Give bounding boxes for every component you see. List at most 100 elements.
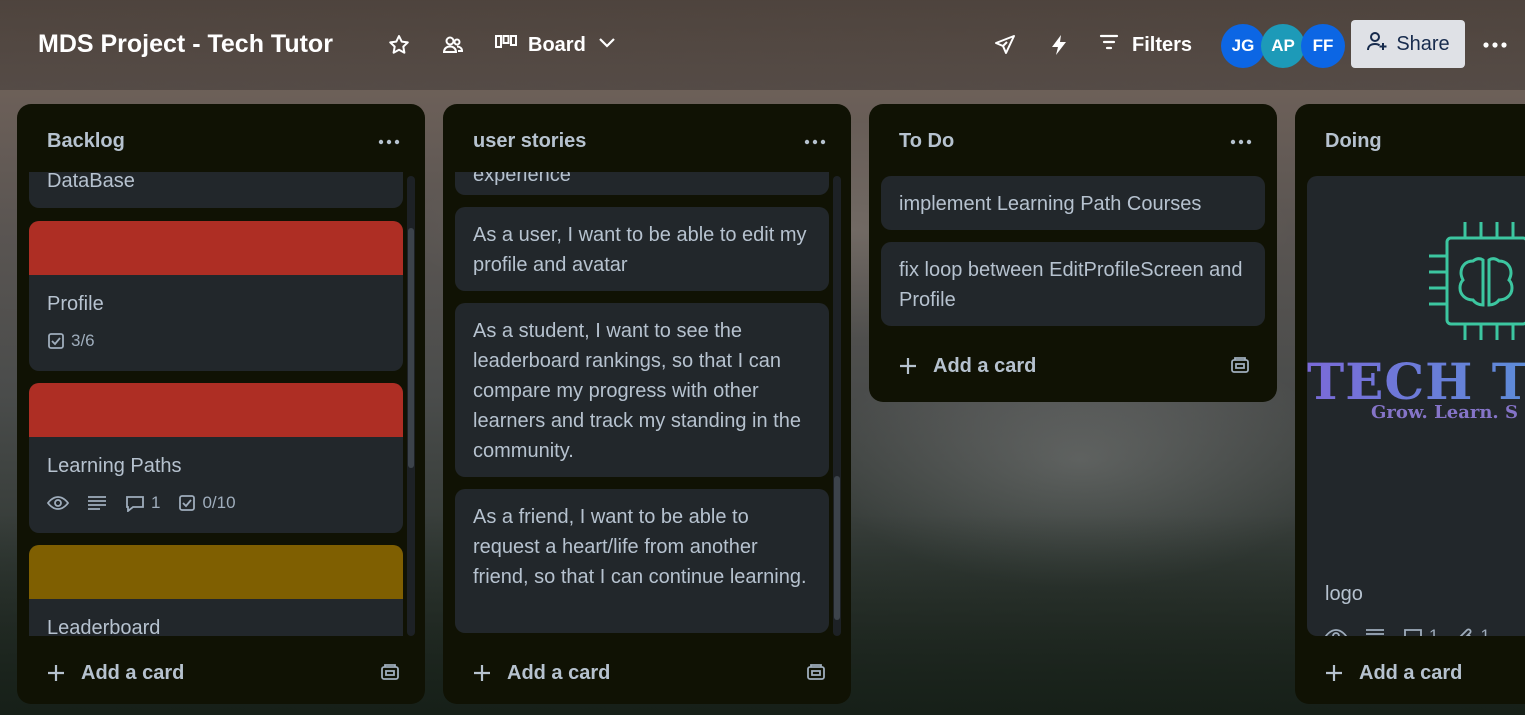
list-backlog: Backlog DataBase Profile 3/6 Learning Pa…: [17, 104, 425, 704]
card-template-icon[interactable]: [377, 660, 403, 686]
comment-count: 1: [1429, 626, 1439, 636]
list-item[interactable]: fix loop between EditProfileScreen and P…: [881, 242, 1265, 326]
list-item[interactable]: As a student, I want to see the leaderbo…: [455, 303, 829, 477]
board-header: MDS Project - Tech Tutor Board Filters J…: [0, 0, 1525, 90]
list-to-do: To Do implement Learning Path Courses fi…: [869, 104, 1277, 402]
description-icon: [87, 495, 107, 511]
checklist-badge: 3/6: [47, 331, 95, 351]
description-icon: [1365, 628, 1385, 636]
card-list: implement Learning Path Courses fix loop…: [881, 176, 1265, 326]
list-menu-icon[interactable]: [1229, 130, 1253, 154]
list-item[interactable]: TECH TUTOR Grow. Learn. S logo 1 1: [1307, 176, 1525, 636]
list-item[interactable]: implement Learning Path Courses: [881, 176, 1265, 230]
list-header: To Do: [869, 104, 1277, 176]
add-card-label: Add a card: [507, 661, 611, 684]
comments-badge: 1: [125, 493, 160, 513]
view-switcher[interactable]: Board: [494, 28, 618, 62]
card-title: fix loop between EditProfileScreen and P…: [899, 259, 1243, 311]
card-title: As a friend, I want to be able to reques…: [473, 506, 807, 588]
add-card-button[interactable]: Add a card: [43, 653, 403, 693]
card-cover: [29, 383, 403, 437]
comment-count: 1: [151, 493, 161, 512]
list-menu-icon[interactable]: [803, 130, 827, 154]
card-title: logo: [1325, 583, 1363, 605]
card-badges: 1 0/10: [29, 485, 403, 521]
checklist-count: 0/10: [202, 493, 236, 512]
list-doing: Doing TECH TUTOR Grow. Learn. S logo 1: [1295, 104, 1525, 704]
list-title[interactable]: To Do: [899, 130, 954, 153]
filter-icon: [1098, 31, 1120, 59]
list-title[interactable]: Backlog: [47, 130, 125, 153]
add-card-button[interactable]: Add a card: [1321, 653, 1525, 693]
add-card-button[interactable]: Add a card: [895, 346, 1253, 386]
list-item[interactable]: DataBase: [29, 172, 403, 208]
list-item[interactable]: Learning Paths 1 0/10: [29, 383, 403, 533]
share-label: Share: [1396, 32, 1450, 55]
card-template-icon[interactable]: [1227, 353, 1253, 379]
more-options-icon[interactable]: [1480, 30, 1510, 60]
avatar-initials: JG: [1231, 36, 1255, 55]
card-title: As a student, I want to see the leaderbo…: [473, 320, 801, 462]
list-item[interactable]: Leaderboard: [29, 545, 403, 636]
add-card-label: Add a card: [933, 354, 1037, 377]
watching-icon: [1325, 628, 1347, 636]
plus-icon: [1321, 660, 1347, 686]
add-card-label: Add a card: [1359, 661, 1463, 684]
visibility-icon[interactable]: [438, 30, 468, 60]
card-list: DataBase Profile 3/6 Learning Paths 1 0/…: [29, 172, 403, 636]
card-list: experience As a user, I want to be able …: [455, 172, 829, 636]
power-ups-icon[interactable]: [990, 30, 1020, 60]
list-item[interactable]: As a user, I want to be able to edit my …: [455, 207, 829, 291]
card-title: Learning Paths: [47, 455, 182, 477]
list-header: user stories: [443, 104, 851, 176]
board-title[interactable]: MDS Project - Tech Tutor: [38, 30, 333, 59]
card-badges: 1 1: [1307, 618, 1490, 636]
add-person-icon: [1366, 30, 1388, 58]
star-icon[interactable]: [384, 30, 414, 60]
plus-icon: [43, 660, 69, 686]
avatar[interactable]: FF: [1301, 24, 1345, 68]
watching-icon: [47, 495, 69, 511]
card-title: implement Learning Path Courses: [899, 193, 1202, 215]
list-user-stories: user stories experience As a user, I wan…: [443, 104, 851, 704]
checklist-count: 3/6: [71, 331, 95, 350]
scrollbar-thumb[interactable]: [834, 476, 840, 620]
avatar[interactable]: AP: [1261, 24, 1305, 68]
share-button[interactable]: Share: [1351, 20, 1465, 68]
view-label: Board: [528, 33, 586, 56]
scrollbar-thumb[interactable]: [408, 228, 414, 468]
board-members: JG AP FF: [1221, 24, 1345, 68]
list-header: Doing: [1295, 104, 1525, 176]
attachment-count: 1: [1480, 626, 1490, 636]
card-template-icon[interactable]: [803, 660, 829, 686]
attachment-badge: 1: [1456, 626, 1490, 636]
add-card-label: Add a card: [81, 661, 185, 684]
list-item[interactable]: As a friend, I want to be able to reques…: [455, 489, 829, 633]
automation-icon[interactable]: [1044, 30, 1074, 60]
board-view-icon: [494, 32, 518, 58]
avatar-initials: FF: [1312, 36, 1334, 55]
add-card-button[interactable]: Add a card: [469, 653, 829, 693]
card-title: Profile: [47, 293, 104, 315]
list-title[interactable]: Doing: [1325, 130, 1382, 153]
card-title: As a user, I want to be able to edit my …: [473, 224, 807, 276]
scrollbar[interactable]: [833, 176, 841, 636]
list-item[interactable]: Profile 3/6: [29, 221, 403, 371]
list-item[interactable]: experience: [455, 172, 829, 195]
chevron-down-icon: [596, 31, 618, 59]
checklist-badge: 0/10: [178, 493, 236, 513]
plus-icon: [469, 660, 495, 686]
comments-badge: 1: [1403, 626, 1438, 636]
card-title: experience: [473, 172, 571, 186]
card-cover-image: TECH TUTOR Grow. Learn. S: [1307, 176, 1525, 456]
card-cover: [29, 545, 403, 599]
list-menu-icon[interactable]: [377, 130, 401, 154]
list-header: Backlog: [17, 104, 425, 176]
avatar-initials: AP: [1271, 36, 1295, 55]
scrollbar[interactable]: [407, 176, 415, 636]
avatar[interactable]: JG: [1221, 24, 1265, 68]
plus-icon: [895, 353, 921, 379]
filters-button[interactable]: Filters: [1098, 28, 1192, 62]
list-title[interactable]: user stories: [473, 130, 586, 153]
logo-tagline: Grow. Learn. S: [1371, 402, 1518, 423]
